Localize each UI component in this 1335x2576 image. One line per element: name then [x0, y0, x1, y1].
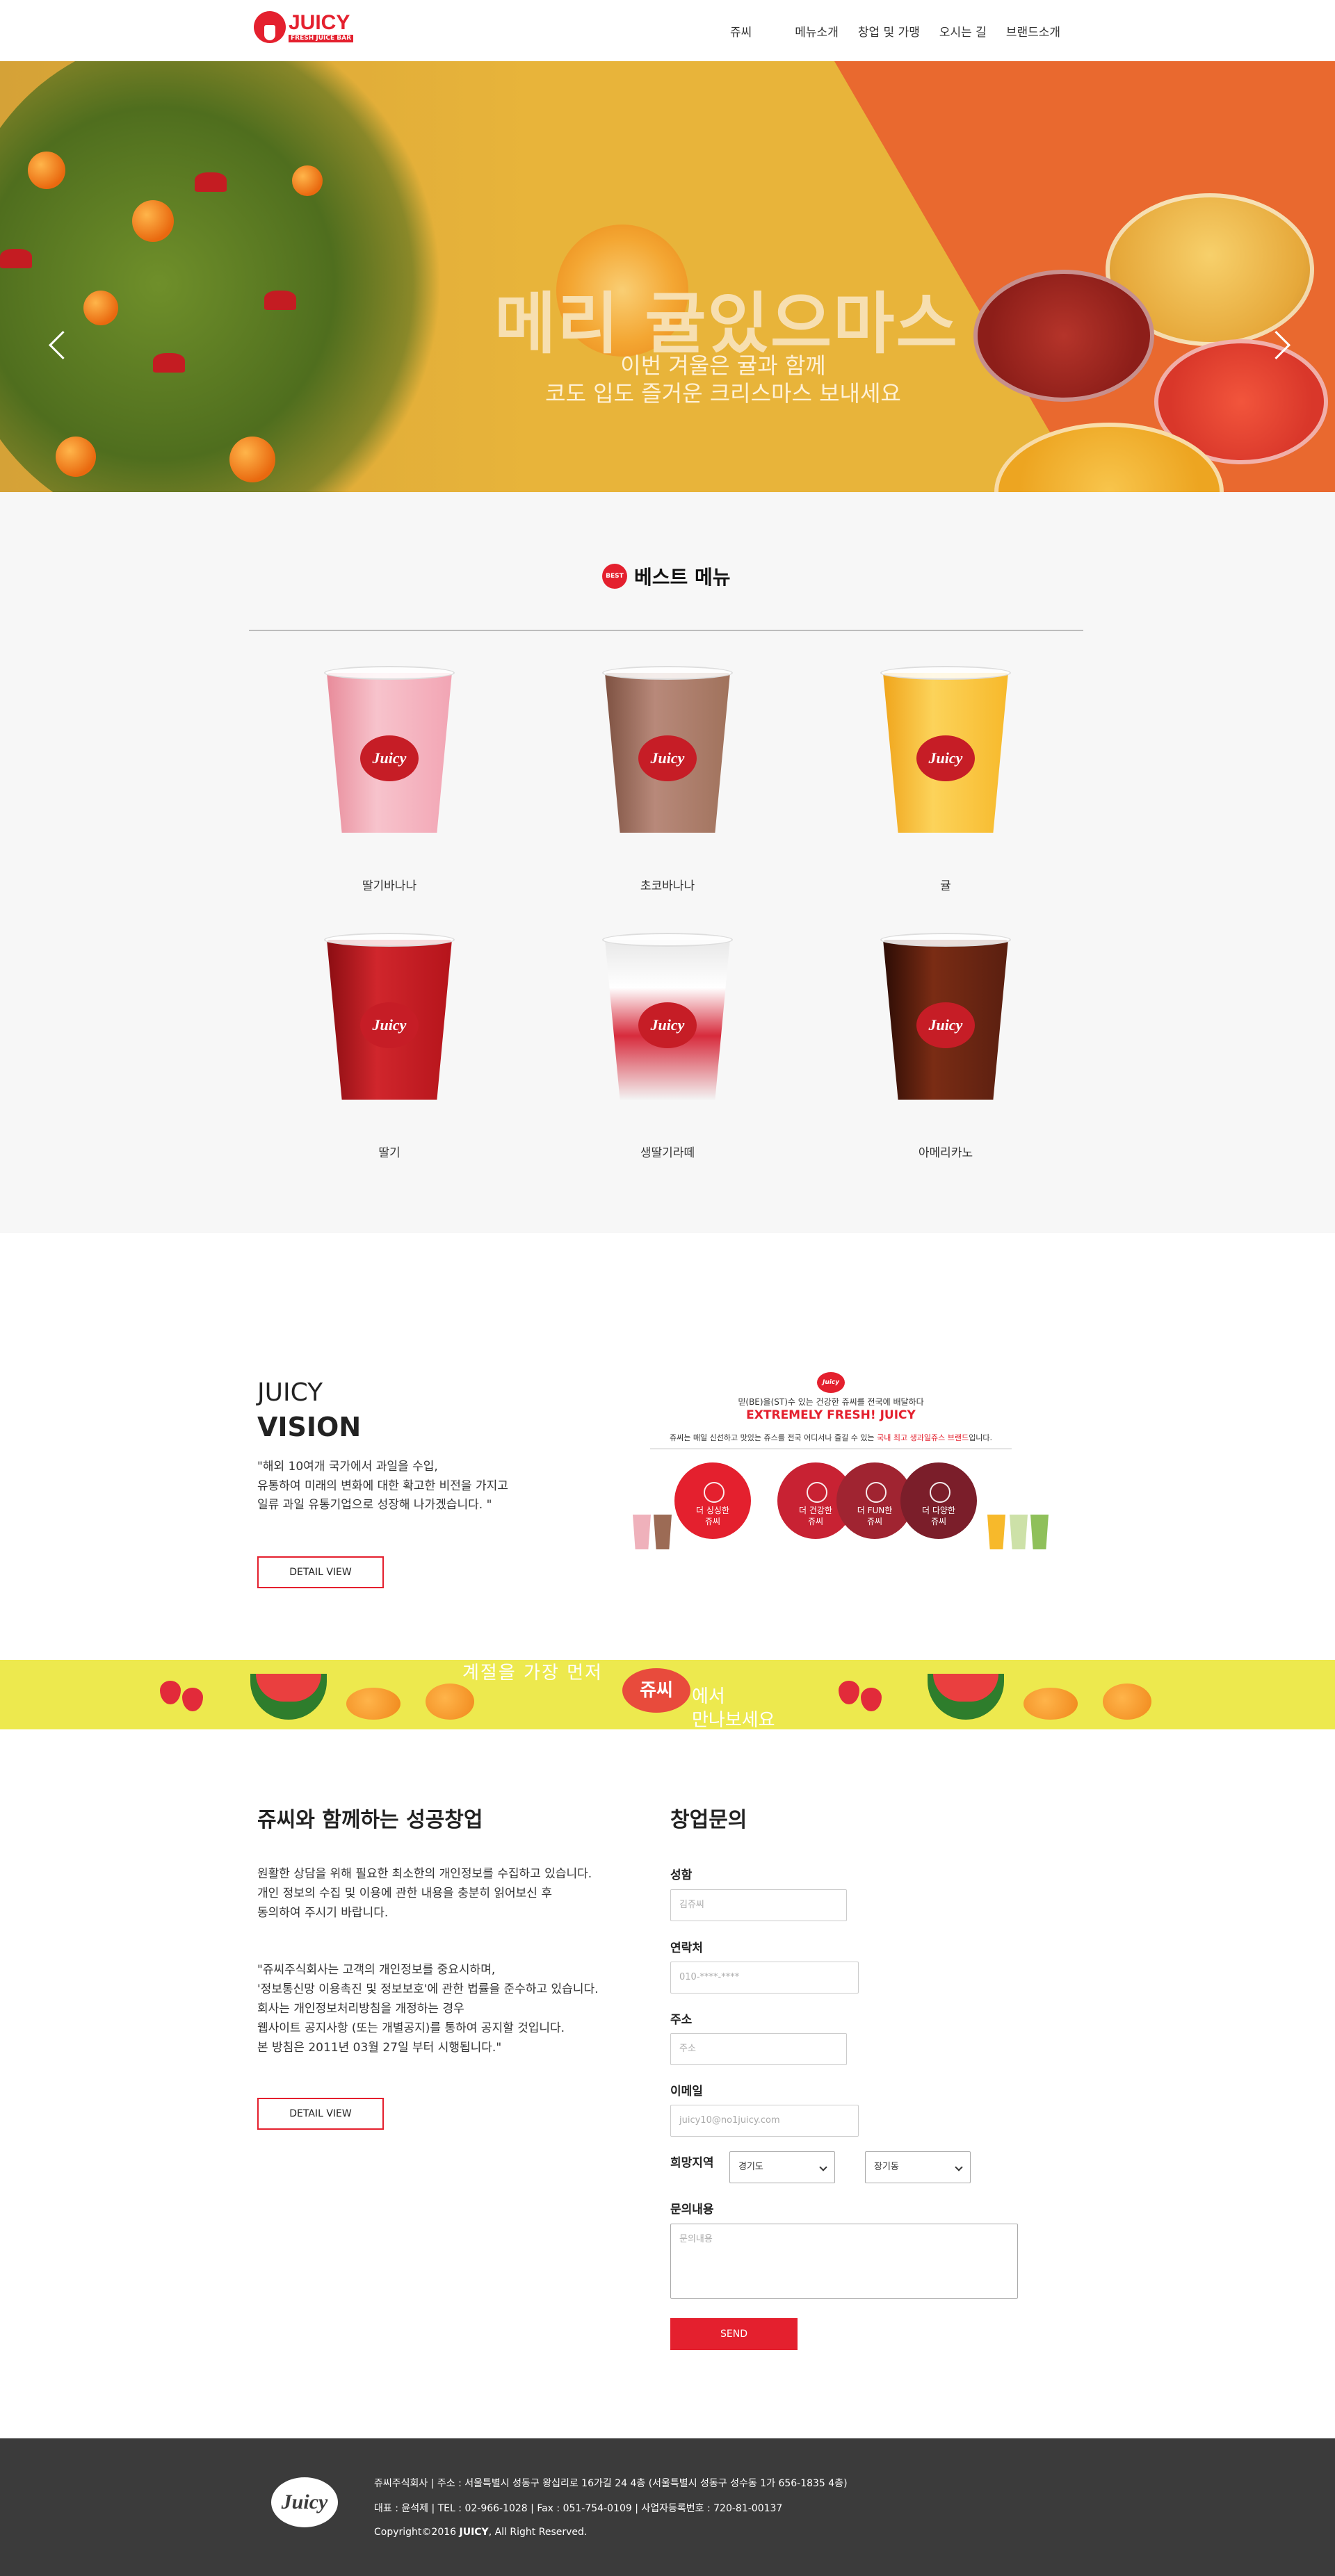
strawberry-icon — [160, 1681, 181, 1704]
menu-item[interactable]: Juicy 초코바나나 — [563, 666, 772, 893]
vision-title: VISION — [257, 1412, 362, 1442]
tangerine-image — [56, 437, 96, 477]
logo-text: JUICY — [289, 10, 350, 34]
ribbon-image — [153, 353, 185, 373]
menu-name: 생딸기라떼 — [640, 1146, 695, 1160]
ribbon-image — [0, 249, 32, 268]
drink-image: Juicy — [880, 666, 1011, 840]
email-input[interactable]: juicy10@no1juicy.com — [670, 2105, 859, 2137]
address-input[interactable]: 주소 — [670, 2033, 847, 2065]
footer-logo: Juicy — [271, 2477, 338, 2527]
best-badge: BEST — [602, 564, 627, 589]
copyright: Copyright©2016 JUICY, All Right Reserved… — [374, 2527, 588, 2538]
best-menu-section: BEST 베스트 메뉴 Juicy 딸기바나나 Juicy 초코바나나 Juic… — [0, 492, 1335, 1233]
privacy-notice: 원활한 상담을 위해 필요한 최소한의 개인정보를 수집하고 있습니다. 개인 … — [257, 1867, 592, 1921]
logo-tagline: FRESH JUICE BAR — [289, 34, 354, 42]
hero-slider: 메리 귤있으마스 이번 겨울은 귤과 함께 코도 입도 즐거운 크리스마스 보내… — [0, 61, 1335, 492]
startup-title: 쥬씨와 함께하는 성공창업 — [257, 1808, 483, 1832]
menu-name: 귤 — [940, 879, 951, 893]
drink-image: Juicy — [324, 933, 455, 1107]
drink-image: Juicy — [602, 933, 733, 1107]
tangerine-icon — [426, 1684, 474, 1720]
ribbon-image — [264, 291, 296, 310]
menu-item[interactable]: Juicy 딸기바나나 — [285, 666, 494, 893]
ribbon-image — [195, 172, 227, 192]
next-slide-arrow-icon[interactable] — [1265, 325, 1293, 367]
menu-item[interactable]: Juicy 귤 — [841, 666, 1050, 893]
send-button[interactable]: SEND — [670, 2318, 798, 2350]
banner-brand: 쥬씨 — [622, 1668, 690, 1713]
vision-detail-button[interactable]: DETAIL VIEW — [257, 1556, 384, 1588]
strawberry-icon — [182, 1688, 203, 1711]
watermelon-icon — [250, 1674, 327, 1720]
nav-item-menu[interactable]: 메뉴소개 — [795, 22, 839, 40]
cup-icon — [1030, 1515, 1049, 1549]
tangerine-icon — [1024, 1688, 1078, 1720]
phone-input[interactable]: 010-****-**** — [670, 1962, 859, 1994]
region-city-select[interactable]: 장기동 — [865, 2151, 971, 2183]
hero-subtitle: 이번 겨울은 귤과 함께 코도 입도 즐거운 크리스마스 보내세요 — [545, 352, 901, 407]
tangerine-image — [83, 291, 118, 325]
watermelon-icon — [928, 1674, 1004, 1720]
menu-name: 딸기바나나 — [362, 879, 417, 893]
site-footer: Juicy 쥬씨주식회사 | 주소 : 서울특별시 성동구 왕십리로 16가길 … — [0, 2438, 1335, 2576]
vision-title-brand: JUICY — [257, 1378, 323, 1407]
cup-icon — [633, 1515, 651, 1549]
vision-infographic: Juicy 믿(BE)을(ST)수 있는 건강한 쥬씨를 전국에 배달하다 EX… — [629, 1372, 1067, 1601]
christmas-tree-image — [0, 61, 459, 492]
best-menu-heading: BEST 베스트 메뉴 — [602, 562, 731, 590]
company-address: 쥬씨주식회사 | 주소 : 서울특별시 성동구 왕십리로 16가길 24 4층 … — [374, 2478, 848, 2489]
name-input[interactable]: 김쥬씨 — [670, 1889, 847, 1921]
startup-section: 쥬씨와 함께하는 성공창업 원활한 상담을 위해 필요한 최소한의 개인정보를 … — [0, 1729, 1335, 2438]
strawberry-icon — [839, 1681, 859, 1704]
drink-image: Juicy — [602, 666, 733, 840]
main-nav: 쥬씨 메뉴소개 창업 및 가맹 오시는 길 브랜드소개 — [730, 22, 1080, 40]
nav-item-franchise[interactable]: 창업 및 가맹 — [858, 22, 920, 40]
tangerine-icon — [1103, 1684, 1151, 1720]
vision-description: "해외 10여개 국가에서 과일을 수입, 유통하여 미래의 변화에 대한 확고… — [257, 1460, 508, 1513]
site-header: JUICY FRESH JUICE BAR 쥬씨 메뉴소개 창업 및 가맹 오시… — [0, 0, 1335, 61]
strawberry-icon — [861, 1688, 882, 1711]
divider — [249, 630, 1083, 631]
drink-image: Juicy — [324, 666, 455, 840]
message-textarea[interactable]: 문의내용 — [670, 2224, 1018, 2299]
menu-item[interactable]: Juicy 생딸기라떼 — [563, 933, 772, 1160]
value-circle-various: 더 다양한 쥬씨 — [900, 1462, 977, 1539]
juicy-logo-icon: Juicy — [817, 1372, 845, 1393]
tangerine-image — [229, 437, 275, 482]
privacy-detail-button[interactable]: DETAIL VIEW — [257, 2098, 384, 2130]
region-province-select[interactable]: 경기도 — [729, 2151, 835, 2183]
best-menu-title: 베스트 메뉴 — [634, 566, 731, 589]
prev-slide-arrow-icon[interactable] — [46, 325, 74, 367]
cup-icon — [987, 1515, 1005, 1549]
company-contact: 대표 : 윤석제 | TEL : 02-966-1028 | Fax : 051… — [374, 2503, 783, 2514]
menu-item[interactable]: Juicy 아메리카노 — [841, 933, 1050, 1160]
drink-image: Juicy — [880, 933, 1011, 1107]
juice-cup-icon — [254, 11, 286, 43]
nav-item-brand[interactable]: 브랜드소개 — [1006, 22, 1060, 40]
value-circle-fresh: 더 싱싱한 쥬씨 — [674, 1462, 751, 1539]
tangerine-image — [292, 165, 323, 196]
nav-item-juicy[interactable]: 쥬씨 — [730, 22, 752, 40]
inquiry-form-title: 창업문의 — [670, 1808, 747, 1832]
nav-item-location[interactable]: 오시는 길 — [939, 22, 987, 40]
tangerine-icon — [346, 1688, 400, 1720]
menu-name: 아메리카노 — [918, 1146, 973, 1160]
vision-section: JUICY VISION "해외 10여개 국가에서 과일을 수입, 유통하여 … — [0, 1233, 1335, 1660]
cup-icon — [1010, 1515, 1028, 1549]
seasonal-banner[interactable]: 계절을 가장 먼저 쥬씨 에서 만나보세요 — [0, 1660, 1335, 1729]
menu-name: 딸기 — [378, 1146, 400, 1160]
tangerine-image — [28, 152, 65, 189]
brand-logo[interactable]: JUICY FRESH JUICE BAR — [254, 10, 354, 43]
menu-item[interactable]: Juicy 딸기 — [285, 933, 494, 1160]
cup-icon — [654, 1515, 672, 1549]
menu-name: 초코바나나 — [640, 879, 695, 893]
tangerine-image — [132, 200, 174, 242]
privacy-policy-text: "쥬씨주식회사는 고객의 개인정보를 중요시하며, '정보통신망 이용촉진 및 … — [257, 1963, 599, 2055]
